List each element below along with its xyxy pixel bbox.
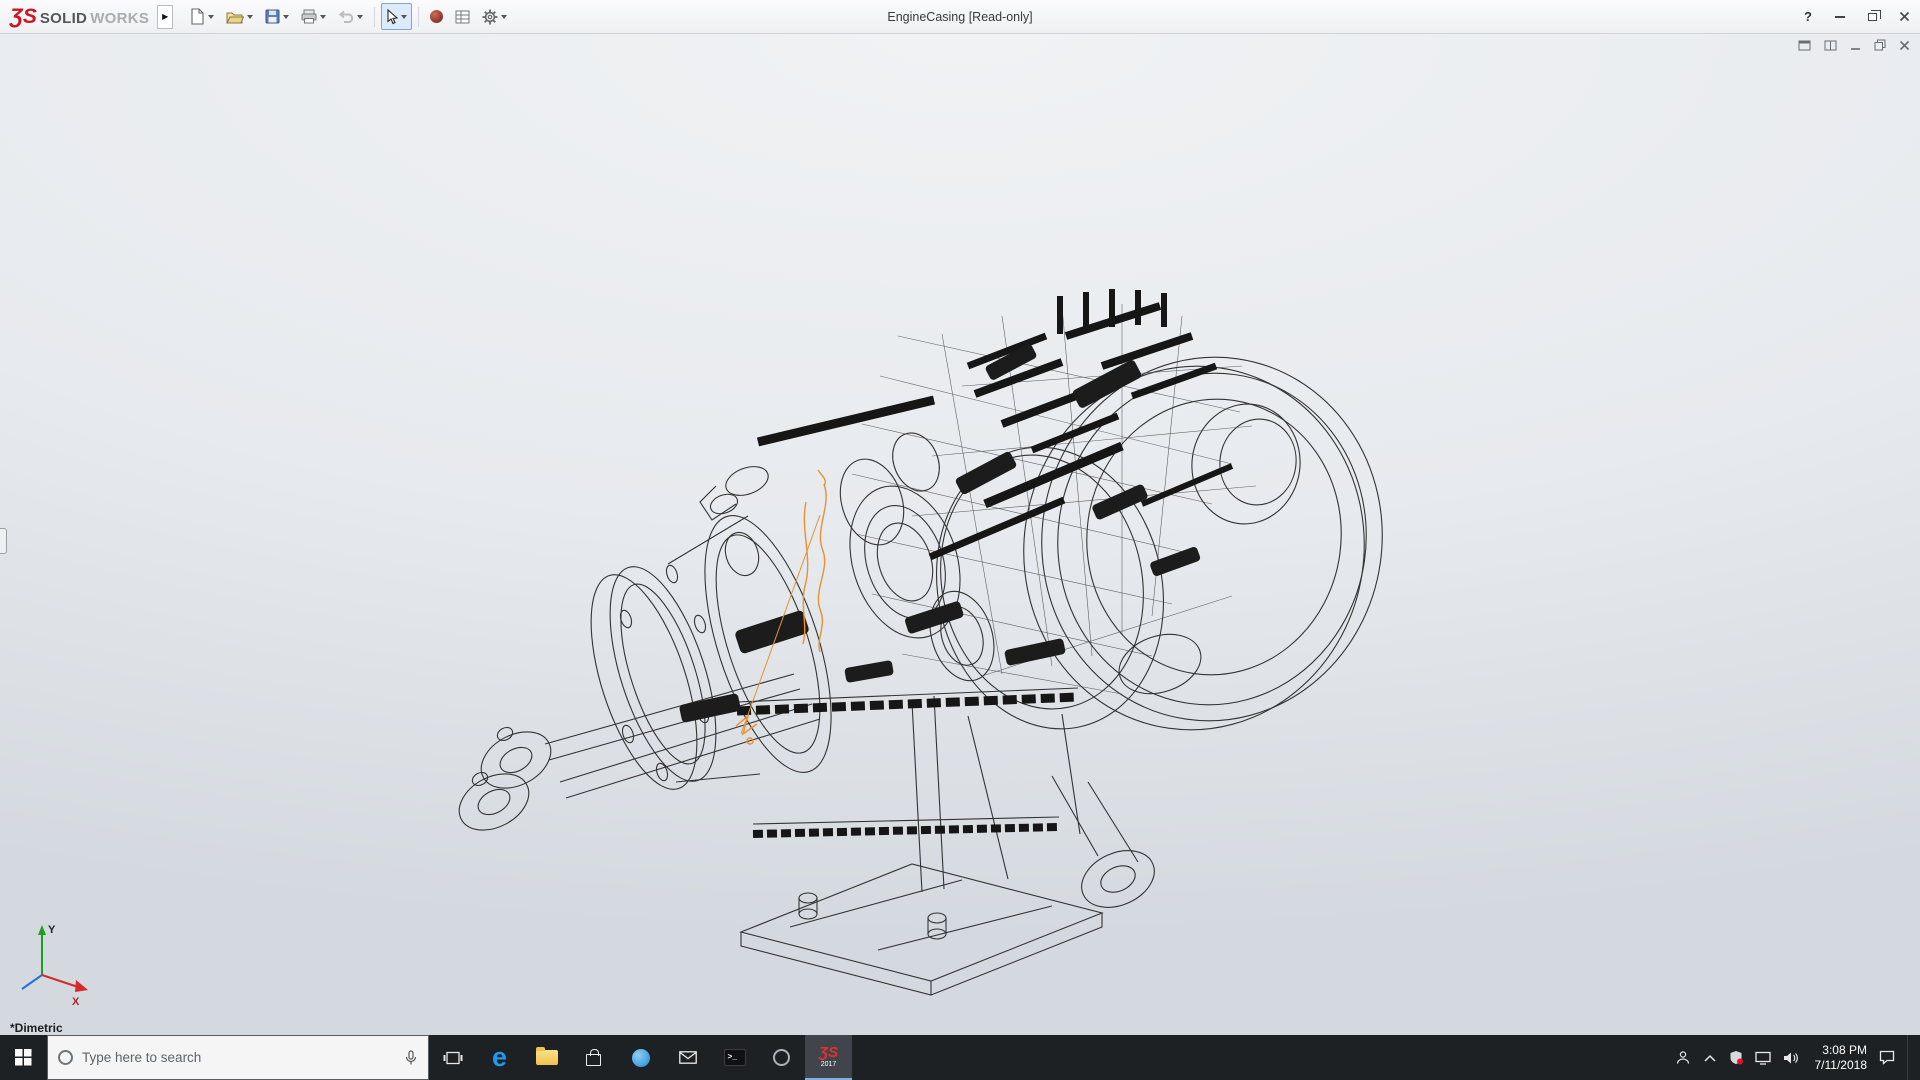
app-circle-button[interactable] xyxy=(758,1035,805,1080)
window-split-icon[interactable] xyxy=(1824,40,1837,51)
mail-envelope-icon xyxy=(679,1051,697,1064)
restore-button[interactable] xyxy=(1856,0,1888,33)
feature-tree-collapse-tab[interactable] xyxy=(0,528,7,554)
dropdown-caret-icon[interactable] xyxy=(283,15,289,19)
taskbar-search-input[interactable] xyxy=(82,1050,395,1065)
shopping-bag-icon xyxy=(586,1054,601,1066)
store-button[interactable] xyxy=(570,1035,617,1080)
solidworks-taskbar-button[interactable]: ƷS 2017 xyxy=(805,1035,852,1080)
brand-text-solid: SOLID xyxy=(40,10,87,27)
new-document-button[interactable] xyxy=(185,3,219,30)
window-controls: ? xyxy=(1792,0,1920,33)
close-icon xyxy=(1899,11,1910,22)
edge-icon: e xyxy=(492,1044,507,1071)
show-desktop-button[interactable] xyxy=(1907,1035,1912,1080)
chevron-up-icon[interactable] xyxy=(1703,1053,1717,1063)
start-button[interactable] xyxy=(0,1035,47,1080)
dropdown-caret-icon[interactable] xyxy=(401,15,407,19)
people-icon[interactable] xyxy=(1675,1050,1691,1065)
undo-icon xyxy=(338,10,354,24)
undo-button[interactable] xyxy=(333,3,368,30)
volume-icon[interactable] xyxy=(1783,1051,1799,1065)
task-view-button[interactable] xyxy=(429,1035,476,1080)
security-shield-icon[interactable] xyxy=(1729,1050,1743,1065)
solidworks-logo: ƷS SOLIDWORKS xyxy=(10,6,149,27)
title-bar: ƷS SOLIDWORKS ▶ xyxy=(0,0,1920,34)
taskbar-clock[interactable]: 3:08 PM 7/11/2018 xyxy=(1811,1043,1867,1073)
doc-close-icon[interactable] xyxy=(1899,40,1910,51)
windows-taskbar: e >_ ƷS 2017 3:08 PM 7/11/2018 xyxy=(0,1035,1920,1080)
clock-time: 3:08 PM xyxy=(1822,1043,1867,1058)
quick-access-toolbar xyxy=(185,3,512,30)
clock-date: 7/11/2018 xyxy=(1815,1058,1868,1073)
document-title: EngineCasing [Read-only] xyxy=(887,10,1032,24)
dropdown-caret-icon[interactable] xyxy=(320,15,326,19)
help-button[interactable]: ? xyxy=(1792,0,1824,33)
reference-triad: Y X xyxy=(12,917,104,1009)
design-table-button[interactable] xyxy=(450,3,475,30)
dropdown-caret-icon[interactable] xyxy=(501,15,507,19)
restore-icon xyxy=(1868,13,1877,21)
doc-minimize-icon[interactable] xyxy=(1850,40,1861,51)
brand-text-works: WORKS xyxy=(90,10,149,27)
solidworks-2017-icon: ƷS 2017 xyxy=(819,1045,838,1068)
options-button[interactable] xyxy=(477,3,512,30)
new-document-icon xyxy=(190,8,205,25)
triad-y-label: Y xyxy=(48,924,56,936)
save-button[interactable] xyxy=(260,3,294,30)
cortana-icon xyxy=(58,1050,73,1065)
mail-button[interactable] xyxy=(664,1035,711,1080)
menu-flyout-arrow[interactable]: ▶ xyxy=(157,5,173,29)
flyout-arrow-icon: ▶ xyxy=(162,12,168,21)
open-folder-icon xyxy=(226,10,244,24)
edge-browser-button[interactable]: e xyxy=(476,1035,523,1080)
window-arrange-icon[interactable] xyxy=(1798,40,1811,51)
task-view-icon xyxy=(443,1050,463,1066)
microphone-icon[interactable] xyxy=(404,1050,418,1066)
view-orientation-label: *Dimetric xyxy=(10,1021,63,1035)
minimize-button[interactable] xyxy=(1824,0,1856,33)
globe-icon xyxy=(632,1049,650,1067)
toolbar-separator xyxy=(418,7,419,27)
terminal-icon: >_ xyxy=(724,1049,746,1066)
toolbar-separator xyxy=(374,7,375,27)
circle-app-icon xyxy=(773,1049,790,1066)
browser-globe-button[interactable] xyxy=(617,1035,664,1080)
action-center-icon[interactable] xyxy=(1879,1050,1895,1065)
solidworks-app: ƷS SOLIDWORKS ▶ xyxy=(0,0,1920,1080)
gear-icon xyxy=(482,9,498,25)
open-button[interactable] xyxy=(221,3,258,30)
command-prompt-button[interactable]: >_ xyxy=(711,1035,758,1080)
dropdown-caret-icon[interactable] xyxy=(247,15,253,19)
folder-icon xyxy=(536,1050,558,1065)
close-button[interactable] xyxy=(1888,0,1920,33)
document-window-controls xyxy=(1798,39,1910,51)
cad-model[interactable] xyxy=(0,34,1920,1035)
taskbar-search[interactable] xyxy=(47,1035,429,1080)
appearance-button[interactable] xyxy=(425,3,448,30)
print-icon xyxy=(301,9,317,24)
doc-restore-icon[interactable] xyxy=(1874,39,1886,51)
dropdown-caret-icon[interactable] xyxy=(357,15,363,19)
print-button[interactable] xyxy=(296,3,331,30)
dropdown-caret-icon[interactable] xyxy=(208,15,214,19)
triad-x-label: X xyxy=(72,996,80,1008)
graphics-viewport[interactable]: Y X *Dimetric xyxy=(0,34,1920,1035)
network-display-icon[interactable] xyxy=(1755,1051,1771,1065)
windows-logo-icon xyxy=(15,1049,32,1066)
solidworks-logo-icon: ƷS xyxy=(10,6,37,27)
appearance-sphere-icon xyxy=(430,10,443,23)
system-tray: 3:08 PM 7/11/2018 xyxy=(1667,1035,1920,1080)
design-table-icon xyxy=(455,10,470,24)
file-explorer-button[interactable] xyxy=(523,1035,570,1080)
select-tool-button[interactable] xyxy=(381,3,412,30)
save-floppy-icon xyxy=(265,9,280,24)
minimize-icon xyxy=(1835,16,1845,18)
select-cursor-icon xyxy=(386,9,398,25)
